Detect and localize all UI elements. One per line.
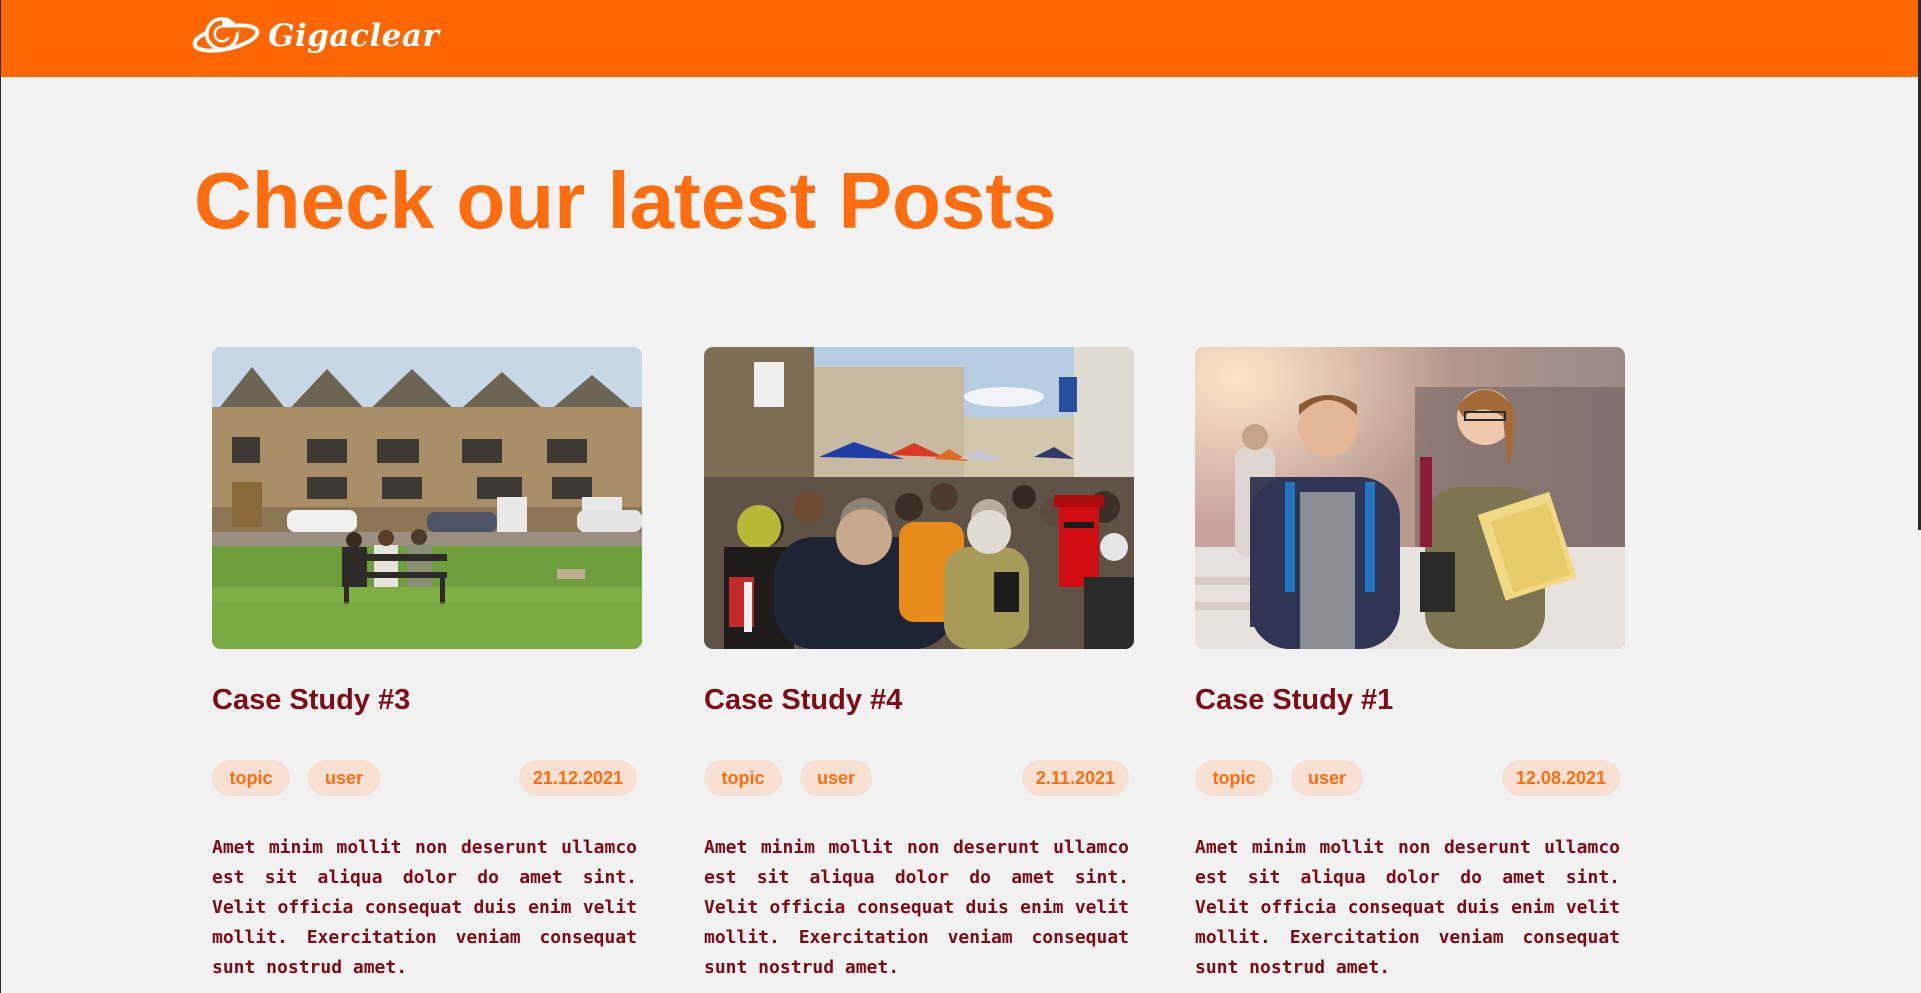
tag-topic[interactable]: topic <box>212 760 290 796</box>
brand-logo-link[interactable]: Gigaclear <box>192 11 439 61</box>
post-card[interactable]: Case Study #3 topic user 21.12.2021 Amet… <box>212 347 642 978</box>
post-excerpt: Amet minim mollit non deserunt ullamco e… <box>1195 837 1620 978</box>
tag-user[interactable]: user <box>800 760 872 796</box>
post-image[interactable] <box>212 347 642 649</box>
post-date-badge: 12.08.2021 <box>1501 760 1620 796</box>
post-date-badge: 2.11.2021 <box>1021 760 1129 796</box>
tag-user[interactable]: user <box>1291 760 1363 796</box>
post-date-badge: 21.12.2021 <box>518 760 637 796</box>
tag-topic[interactable]: topic <box>1195 760 1273 796</box>
post-title[interactable]: Case Study #3 <box>212 683 410 717</box>
post-meta: topic user 12.08.2021 <box>1195 760 1620 796</box>
post-meta: topic user 21.12.2021 <box>212 760 637 796</box>
tag-user[interactable]: user <box>308 760 380 796</box>
post-image[interactable] <box>1195 347 1625 649</box>
post-image[interactable] <box>704 347 1134 649</box>
brand-name: Gigaclear <box>268 18 440 54</box>
browser-viewport: Gigaclear Check our latest Posts Case St… <box>0 0 1921 993</box>
post-title[interactable]: Case Study #1 <box>1195 683 1393 717</box>
tag-topic[interactable]: topic <box>704 760 782 796</box>
page: Gigaclear Check our latest Posts Case St… <box>0 0 1918 993</box>
post-card[interactable]: Case Study #1 topic user 12.08.2021 Amet… <box>1195 347 1625 978</box>
page-heading: Check our latest Posts <box>194 156 1057 245</box>
post-meta: topic user 2.11.2021 <box>704 760 1129 796</box>
post-excerpt: Amet minim mollit non deserunt ullamco e… <box>704 837 1129 978</box>
post-title[interactable]: Case Study #4 <box>704 683 902 717</box>
site-header: Gigaclear <box>1 0 1918 77</box>
post-card[interactable]: Case Study #4 topic user 2.11.2021 Amet … <box>704 347 1134 978</box>
post-excerpt: Amet minim mollit non deserunt ullamco e… <box>212 837 637 978</box>
gigaclear-g-logo-icon <box>192 13 262 59</box>
